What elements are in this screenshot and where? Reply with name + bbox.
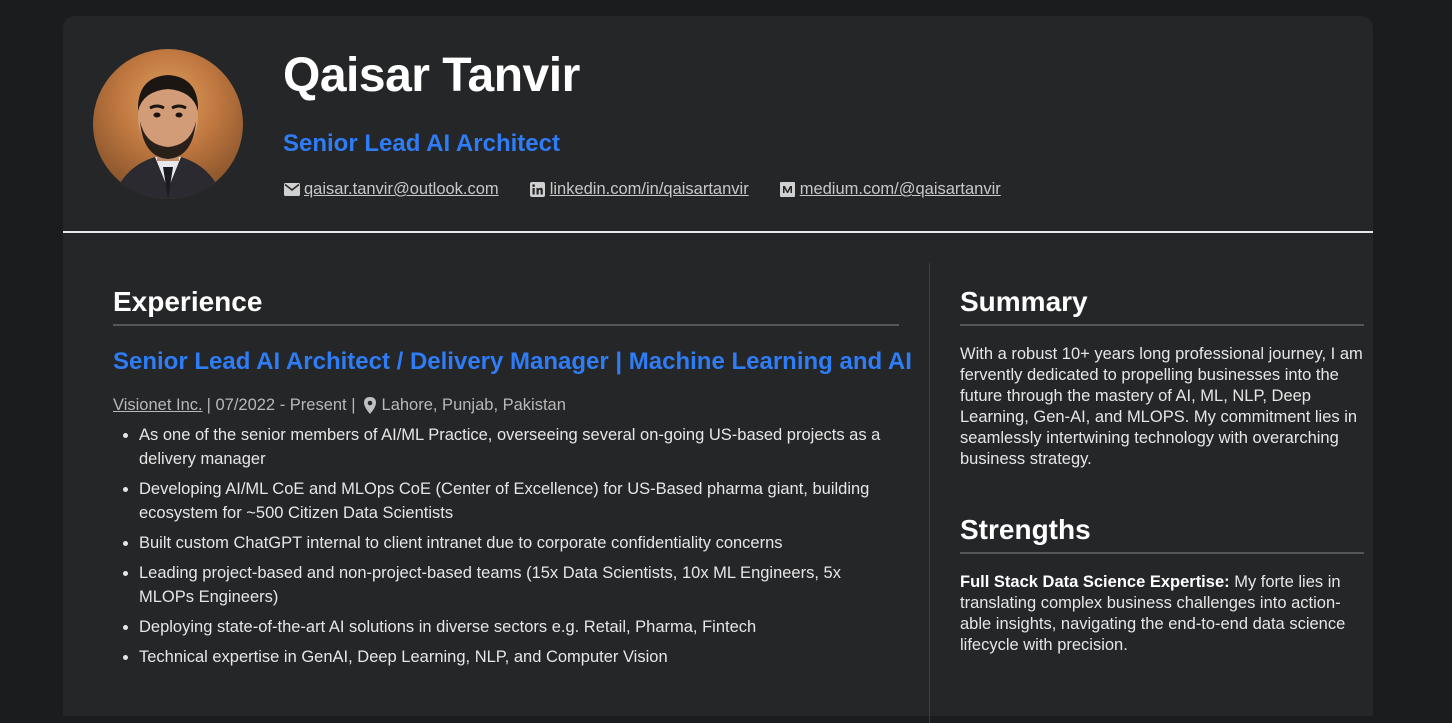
- medium-link[interactable]: medium.com/@qaisartanvir: [779, 180, 1001, 199]
- contact-links: qaisar.tanvir@outlook.com linkedin.com/i…: [283, 180, 1001, 199]
- medium-icon: [779, 181, 796, 198]
- experience-heading: Experience: [113, 286, 899, 326]
- job-location: Lahore, Punjab, Pakistan: [381, 396, 566, 414]
- page-title: Qaisar Tanvir: [283, 49, 580, 102]
- list-item: Deploying state-of-the-art AI solutions …: [139, 615, 899, 639]
- strength-label: Full Stack Data Science Expertise:: [960, 573, 1230, 591]
- avatar-portrait-icon: [113, 75, 223, 199]
- avatar: [93, 49, 243, 199]
- strengths-heading: Strengths: [960, 514, 1364, 554]
- job-meta: Visionet Inc. | 07/2022 - Present | Laho…: [113, 396, 899, 415]
- strength-item: Full Stack Data Science Expertise: My fo…: [960, 572, 1364, 656]
- job-role-title: Senior Lead AI Architect: [283, 130, 560, 157]
- resume-page: Qaisar Tanvir Senior Lead AI Architect q…: [63, 16, 1373, 723]
- experience-section: Experience Senior Lead AI Architect / De…: [113, 286, 912, 675]
- medium-text: medium.com/@qaisartanvir: [799, 180, 1001, 198]
- sidebar-section: Summary With a robust 10+ years long pro…: [960, 286, 1364, 656]
- email-text: qaisar.tanvir@outlook.com: [304, 180, 499, 198]
- summary-text: With a robust 10+ years long professiona…: [960, 345, 1363, 468]
- job-title: Senior Lead AI Architect / Delivery Mana…: [113, 348, 912, 375]
- linkedin-link[interactable]: linkedin.com/in/qaisartanvir: [529, 180, 749, 199]
- company-link[interactable]: Visionet Inc.: [113, 396, 203, 415]
- envelope-icon: [283, 181, 300, 198]
- map-pin-icon: [363, 397, 376, 414]
- list-item: Technical expertise in GenAI, Deep Learn…: [139, 645, 899, 669]
- linkedin-icon: [529, 181, 546, 198]
- list-item: Leading project-based and non-project-ba…: [139, 561, 899, 609]
- linkedin-text: linkedin.com/in/qaisartanvir: [549, 180, 749, 198]
- strengths-section: Strengths Full Stack Data Science Expert…: [960, 514, 1364, 656]
- column-divider: [929, 263, 930, 723]
- list-item: Developing AI/ML CoE and MLOps CoE (Cent…: [139, 477, 899, 525]
- job-bullets: As one of the senior members of AI/ML Pr…: [113, 423, 899, 669]
- job-dates: | 07/2022 - Present |: [206, 396, 356, 414]
- resume-header: Qaisar Tanvir Senior Lead AI Architect q…: [63, 16, 1373, 233]
- email-link[interactable]: qaisar.tanvir@outlook.com: [283, 180, 499, 199]
- summary-heading: Summary: [960, 286, 1364, 326]
- list-item: Built custom ChatGPT internal to client …: [139, 531, 899, 555]
- list-item: As one of the senior members of AI/ML Pr…: [139, 423, 899, 471]
